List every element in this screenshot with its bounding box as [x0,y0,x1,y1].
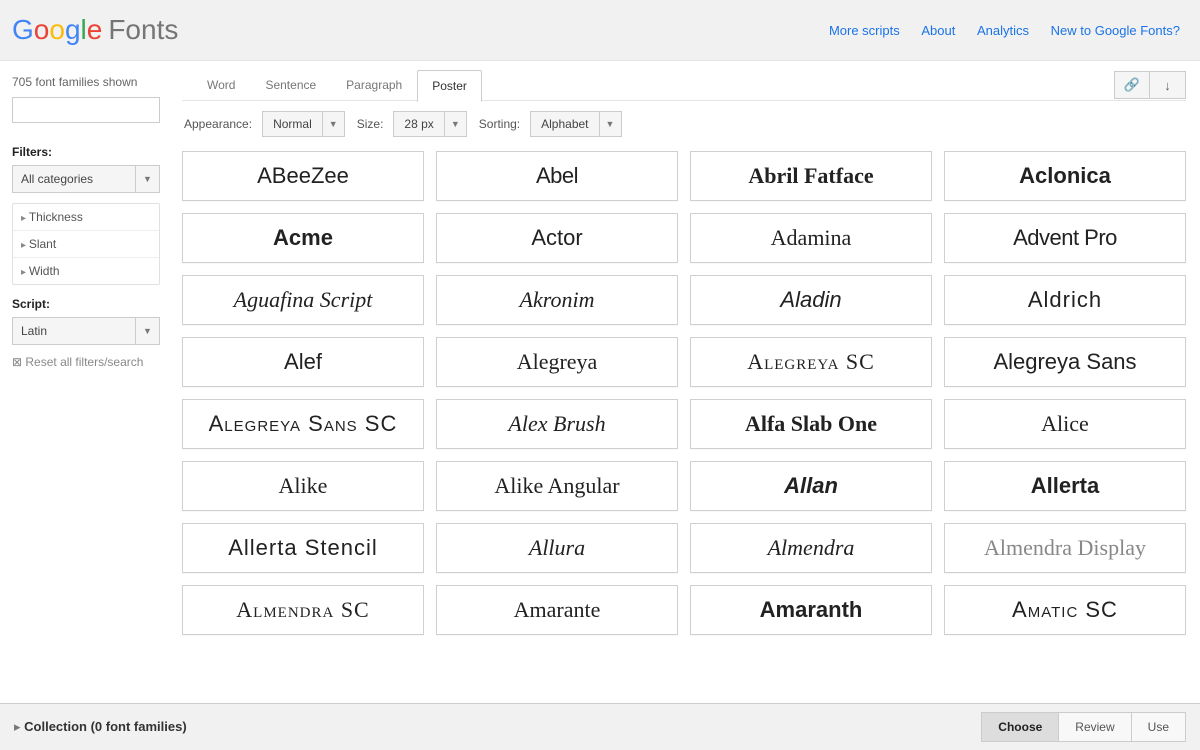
link-new[interactable]: New to Google Fonts? [1051,23,1180,38]
font-card[interactable]: Alike Angular [436,461,678,511]
toolbar-icons: 🔗 ↓ [1114,71,1186,99]
script-value: Latin [12,317,136,345]
font-card[interactable]: Alice [944,399,1186,449]
category-value: All categories [12,165,136,193]
font-card[interactable]: Almendra SC [182,585,424,635]
reset-filters[interactable]: Reset all filters/search [12,355,160,369]
chevron-down-icon: ▼ [136,165,160,193]
size-label: Size: [357,117,384,131]
chevron-down-icon: ▼ [136,317,160,345]
font-card[interactable]: ABeeZee [182,151,424,201]
font-card[interactable]: Abril Fatface [690,151,932,201]
font-card[interactable]: Aldrich [944,275,1186,325]
script-dropdown[interactable]: Latin ▼ [12,317,160,345]
font-card[interactable]: Alegreya SC [690,337,932,387]
link-analytics[interactable]: Analytics [977,23,1029,38]
filter-width[interactable]: Width [13,258,159,284]
footer-review-button[interactable]: Review [1059,712,1131,742]
script-label: Script: [12,297,160,311]
appearance-dropdown[interactable]: Normal ▼ [262,111,345,137]
font-card[interactable]: Actor [436,213,678,263]
font-card[interactable]: Allan [690,461,932,511]
font-card[interactable]: Aclonica [944,151,1186,201]
font-card[interactable]: Advent Pro [944,213,1186,263]
main: WordSentenceParagraphPoster 🔗 ↓ Appearan… [172,61,1200,695]
size-dropdown[interactable]: 28 px ▼ [393,111,466,137]
tab-poster[interactable]: Poster [417,70,482,102]
font-grid: ABeeZeeAbelAbril FatfaceAclonica AcmeActo… [182,151,1186,695]
font-card[interactable]: Akronim [436,275,678,325]
filter-slant[interactable]: Slant [13,231,159,258]
font-card[interactable]: Adamina [690,213,932,263]
footer-use-button[interactable]: Use [1132,712,1186,742]
appearance-label: Appearance: [184,117,252,131]
font-card[interactable]: Alef [182,337,424,387]
nav-links: More scripts About Analytics New to Goog… [811,23,1180,38]
font-card[interactable]: Alegreya [436,337,678,387]
footer: Collection (0 font families) ChooseRevie… [0,703,1200,750]
sidebar: 705 font families shown Filters: All cat… [0,61,172,695]
filters-label: Filters: [12,145,160,159]
filter-thickness[interactable]: Thickness [13,204,159,231]
link-more-scripts[interactable]: More scripts [829,23,900,38]
font-card[interactable]: Amaranth [690,585,932,635]
link-icon[interactable]: 🔗 [1114,71,1150,99]
font-card[interactable]: Acme [182,213,424,263]
download-icon[interactable]: ↓ [1150,71,1186,99]
tab-paragraph[interactable]: Paragraph [331,69,417,101]
footer-choose-button[interactable]: Choose [981,712,1059,742]
font-card[interactable]: Amarante [436,585,678,635]
collection-toggle[interactable]: Collection (0 font families) [14,719,187,735]
chevron-down-icon: ▼ [600,111,622,137]
font-card[interactable]: Allura [436,523,678,573]
logo[interactable]: Google Fonts [12,14,178,46]
view-tabs: WordSentenceParagraphPoster [192,69,482,101]
sorting-label: Sorting: [479,117,520,131]
filter-list: Thickness Slant Width [12,203,160,285]
category-dropdown[interactable]: All categories ▼ [12,165,160,193]
font-card[interactable]: Aladin [690,275,932,325]
font-card[interactable]: Alegreya Sans SC [182,399,424,449]
family-count: 705 font families shown [12,75,160,89]
font-card[interactable]: Almendra [690,523,932,573]
header: Google Fonts More scripts About Analytic… [0,0,1200,61]
font-card[interactable]: Aguafina Script [182,275,424,325]
font-card[interactable]: Amatic SC [944,585,1186,635]
font-card[interactable]: Allerta [944,461,1186,511]
logo-suffix: Fonts [108,14,178,46]
font-card[interactable]: Alfa Slab One [690,399,932,449]
chevron-down-icon: ▼ [445,111,467,137]
font-card[interactable]: Abel [436,151,678,201]
font-card[interactable]: Alike [182,461,424,511]
tab-sentence[interactable]: Sentence [250,69,331,101]
font-card[interactable]: Alex Brush [436,399,678,449]
controls-bar: Appearance: Normal ▼ Size: 28 px ▼ Sorti… [182,100,1186,151]
chevron-down-icon: ▼ [323,111,345,137]
font-card[interactable]: Almendra Display [944,523,1186,573]
link-about[interactable]: About [921,23,955,38]
search-input[interactable] [12,97,160,123]
font-card[interactable]: Allerta Stencil [182,523,424,573]
sorting-dropdown[interactable]: Alphabet ▼ [530,111,621,137]
font-card[interactable]: Alegreya Sans [944,337,1186,387]
tab-word[interactable]: Word [192,69,250,101]
footer-buttons: ChooseReviewUse [981,712,1186,742]
